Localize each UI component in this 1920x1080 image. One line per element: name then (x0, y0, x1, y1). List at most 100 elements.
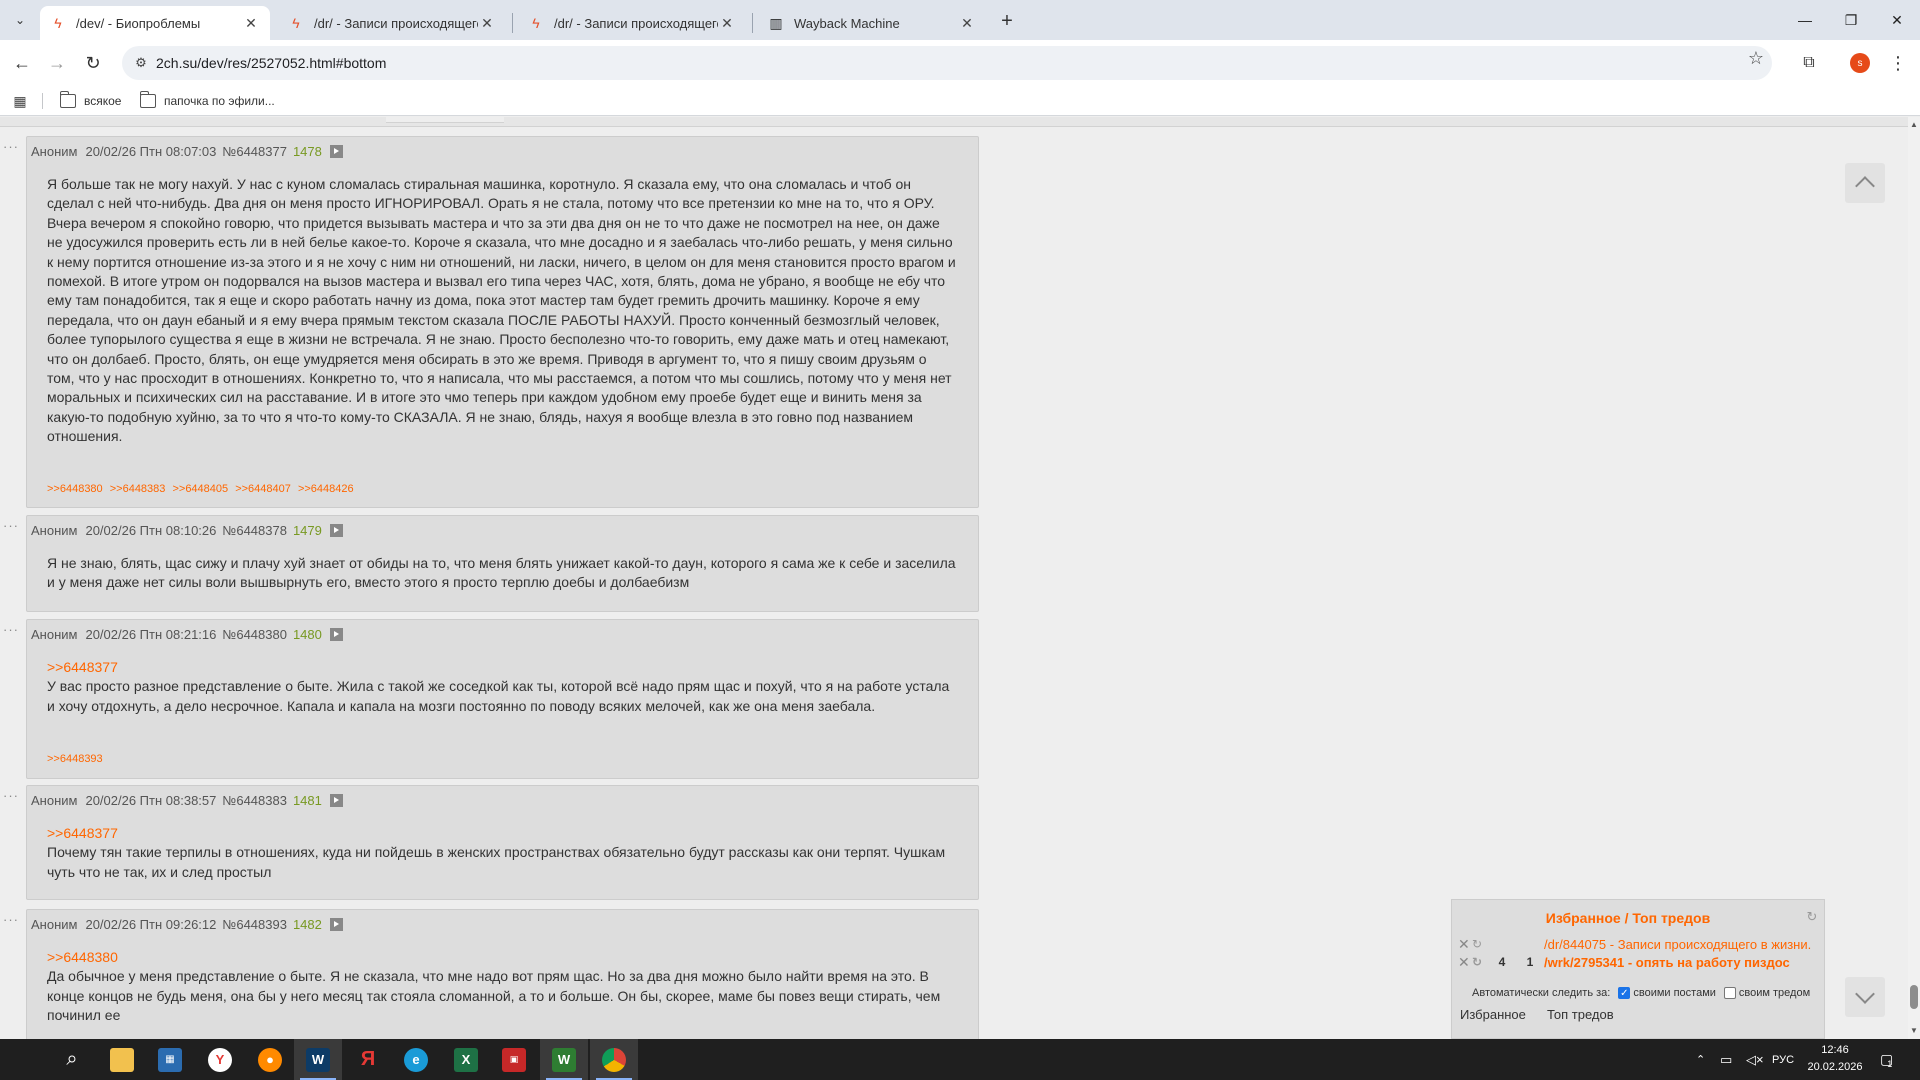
favorite-thread-link[interactable]: /dr/844075 - Записи происходящего в жизн… (1544, 937, 1811, 952)
play-icon[interactable] (329, 144, 343, 158)
apps-grid-icon[interactable]: ▦ (12, 93, 28, 109)
page-scrollbar[interactable]: ▲ ▼ (1908, 117, 1920, 1039)
address-bar[interactable]: ⚙ 2ch.su/dev/res/2527052.html#bottom (122, 46, 1772, 80)
reply-link[interactable]: >>6448405 (172, 483, 228, 495)
post-menu-icon[interactable]: ··· (3, 912, 19, 927)
remove-icon[interactable]: ✕ (1458, 936, 1472, 953)
close-tab-icon[interactable]: ✕ (242, 14, 260, 32)
taskbar-app-green[interactable]: W (540, 1039, 588, 1080)
close-window-icon[interactable]: ✕ (1874, 0, 1920, 40)
post-menu-icon[interactable]: ··· (3, 622, 19, 637)
scroll-down-arrow-icon[interactable]: ▼ (1909, 1025, 1919, 1035)
url-text[interactable]: 2ch.su/dev/res/2527052.html#bottom (156, 55, 386, 71)
search-button[interactable]: ⌕ (48, 1039, 96, 1080)
taskbar-yandex-browser[interactable]: Y (196, 1039, 244, 1080)
refresh-icon[interactable]: ↻ (1472, 955, 1488, 969)
own-posts-checkbox[interactable]: ✓ (1618, 987, 1631, 999)
refresh-icon[interactable]: ↻ (1804, 909, 1820, 925)
scroll-up-arrow-icon[interactable]: ▲ (1909, 119, 1919, 129)
tab-top-threads[interactable]: Топ тредов (1547, 1007, 1614, 1022)
tab-dr-1[interactable]: ϟ /dr/ - Записи происходящего в жизни ✕ (278, 6, 506, 40)
bookmark-folder-vsyakoe[interactable]: всякое (60, 91, 122, 110)
close-tab-icon[interactable]: ✕ (478, 14, 496, 32)
taskbar-excel[interactable]: X (442, 1039, 490, 1080)
favorite-thread-link[interactable]: /wrk/2795341 - опять на работу пиздос (1544, 955, 1790, 970)
post-menu-icon[interactable]: ··· (3, 788, 19, 803)
remove-icon[interactable]: ✕ (1458, 954, 1472, 971)
taskbar-red-app[interactable]: ▣ (490, 1039, 538, 1080)
taskbar-explorer[interactable] (98, 1039, 146, 1080)
reply-link[interactable]: >>6448383 (110, 483, 166, 495)
reply-link[interactable]: >>6448393 (47, 753, 103, 765)
play-icon[interactable] (329, 523, 343, 537)
quote-link[interactable]: >>6448377 (47, 824, 956, 843)
scrollbar-thumb[interactable] (1910, 985, 1918, 1009)
bookmarks-bar: ▦ всякое папочка по эфили... (0, 86, 1920, 116)
start-button[interactable] (0, 1039, 48, 1080)
reply-link[interactable]: >>6448407 (235, 483, 291, 495)
taskbar-app-dark[interactable]: W (294, 1039, 342, 1080)
scroll-down-button[interactable] (1845, 977, 1885, 1017)
post-author: Аноним (31, 792, 78, 808)
post-text: Я не знаю, блять, щас сижу и плачу хуй з… (47, 555, 956, 591)
post-number[interactable]: №6448378 (222, 523, 287, 538)
browser-menu-icon[interactable]: ⋮ (1888, 52, 1908, 74)
forward-arrow-icon[interactable]: → (42, 48, 72, 78)
play-icon[interactable] (329, 917, 343, 931)
restore-icon[interactable]: ❐ (1828, 0, 1874, 40)
post-menu-icon[interactable]: ··· (3, 139, 19, 154)
post-6448383: ··· Аноним 20/02/26 Птн 08:38:57 №644838… (3, 785, 979, 900)
close-tab-icon[interactable]: ✕ (718, 14, 736, 32)
tab-dr-2[interactable]: ϟ /dr/ - Записи происходящего в жизни ✕ (518, 6, 746, 40)
taskbar-messenger[interactable]: ● (246, 1039, 294, 1080)
notifications-icon[interactable]: ▢ 1 (1880, 1039, 1893, 1080)
reply-link[interactable]: >>6448380 (47, 483, 103, 495)
minimize-icon[interactable]: — (1782, 0, 1828, 40)
auto-watch-options: Автоматически следить за: ✓ своими поста… (1472, 986, 1810, 1000)
post-header: Аноним 20/02/26 Птн 08:38:57 №6448383 14… (31, 792, 343, 808)
post-6448378: ··· Аноним 20/02/26 Птн 08:10:26 №644837… (3, 515, 979, 612)
extensions-puzzle-icon[interactable]: ⧉ (1798, 52, 1820, 74)
volume-muted-icon[interactable]: ◁× (1746, 1039, 1764, 1080)
quote-link[interactable]: >>6448377 (47, 658, 956, 677)
taskbar-yandex[interactable]: Я (344, 1039, 392, 1080)
bookmark-star-icon[interactable]: ☆ (1746, 48, 1766, 68)
tab-dev[interactable]: ϟ /dev/ - Биопроблемы ✕ (40, 6, 270, 40)
tab-favorites[interactable]: Избранное (1460, 1007, 1526, 1022)
own-thread-checkbox[interactable] (1723, 987, 1736, 999)
profile-avatar[interactable]: s (1850, 53, 1870, 73)
post-number[interactable]: №6448393 (222, 917, 287, 932)
post-content: >>6448380 Да обычное у меня представлени… (47, 948, 956, 1026)
windows-taskbar: ⌕ ▦ Y ● W Я e X ▣ W ⌃ ▭ ◁× РУС 12:46 20.… (0, 1039, 1920, 1080)
bookmark-label: всякое (84, 94, 122, 108)
tab-wayback[interactable]: ▥ Wayback Machine ✕ (758, 6, 986, 40)
network-icon[interactable]: ▭ (1720, 1039, 1732, 1080)
refresh-icon[interactable]: ↻ (1472, 937, 1488, 951)
post-6448393: ··· Аноним 20/02/26 Птн 09:26:12 №644839… (3, 909, 979, 1039)
post-number[interactable]: №6448377 (222, 144, 287, 159)
post-number[interactable]: №6448380 (222, 627, 287, 642)
system-clock[interactable]: 12:46 20.02.2026 (1795, 1042, 1875, 1076)
post-number[interactable]: №6448383 (222, 793, 287, 808)
taskbar-chrome[interactable] (590, 1039, 638, 1080)
back-arrow-icon[interactable]: ← (7, 48, 37, 78)
play-icon[interactable] (329, 793, 343, 807)
language-indicator[interactable]: РУС (1772, 1039, 1794, 1080)
post-author: Аноним (31, 522, 78, 538)
play-icon[interactable] (329, 627, 343, 641)
reload-icon[interactable]: ↻ (78, 48, 108, 78)
taskbar-calendar-app[interactable]: ▦ (146, 1039, 194, 1080)
tray-chevron-icon[interactable]: ⌃ (1696, 1039, 1705, 1080)
quote-link[interactable]: >>6448380 (47, 948, 956, 967)
site-info-icon[interactable]: ⚙ (132, 54, 150, 72)
post-menu-icon[interactable]: ··· (3, 518, 19, 533)
close-tab-icon[interactable]: ✕ (958, 14, 976, 32)
reply-link[interactable]: >>6448426 (298, 483, 354, 495)
scroll-up-button[interactable] (1845, 163, 1885, 203)
new-tab-plus-icon[interactable]: + (995, 9, 1019, 33)
tab-strip: ⌄ ϟ /dev/ - Биопроблемы ✕ ϟ /dr/ - Запис… (0, 0, 1920, 40)
tab-search-chevron-icon[interactable]: ⌄ (8, 8, 32, 32)
bookmark-folder-papochka[interactable]: папочка по эфили... (140, 91, 275, 110)
taskbar-edge[interactable]: e (392, 1039, 440, 1080)
post-header: Аноним 20/02/26 Птн 08:10:26 №6448378 14… (31, 522, 343, 538)
